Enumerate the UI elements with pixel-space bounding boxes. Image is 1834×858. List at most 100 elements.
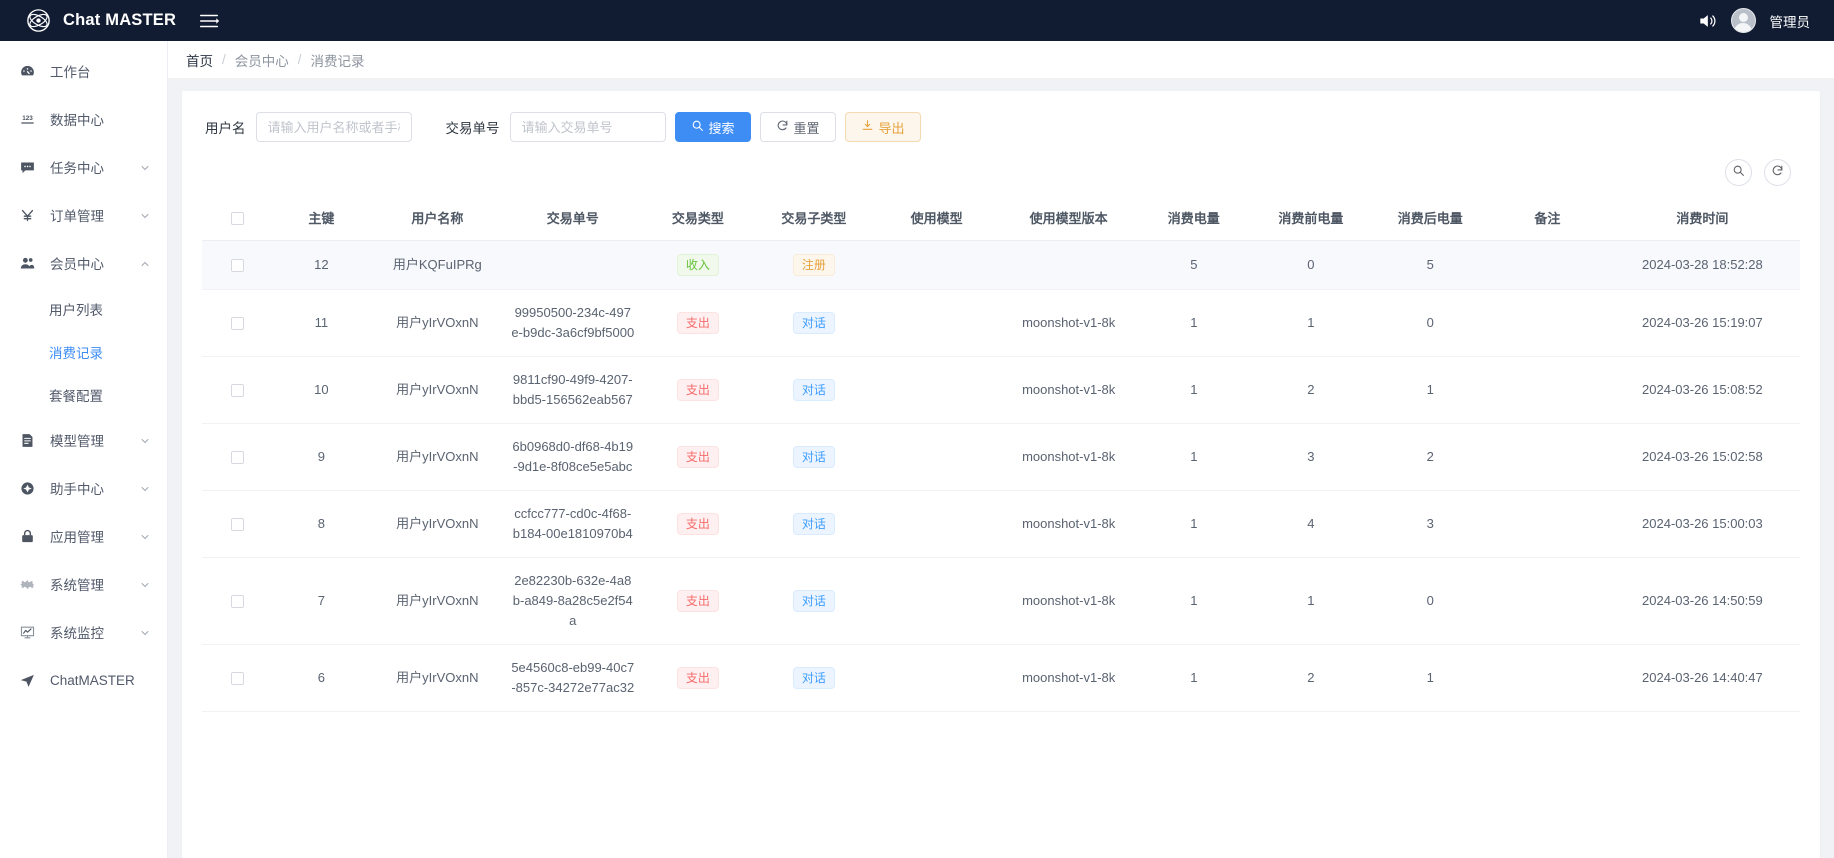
table-row[interactable]: 8用户yIrVOxnNccfcc777-cd0c-4f68-b184-00e18…: [202, 491, 1800, 558]
breadcrumb-item-consumption-records[interactable]: 消费记录: [311, 50, 365, 70]
cell-note: [1490, 491, 1605, 558]
breadcrumb-item-member-center[interactable]: 会员中心: [235, 50, 289, 70]
refresh-button[interactable]: [1764, 159, 1791, 186]
column-header-time[interactable]: 消费时间: [1605, 195, 1800, 241]
sidebar-item-consumption-records[interactable]: 消费记录: [0, 330, 167, 373]
column-header-type[interactable]: 交易类型: [641, 195, 756, 241]
table-row[interactable]: 11用户yIrVOxnN99950500-234c-497e-b9dc-3a6c…: [202, 290, 1800, 357]
cell-subtype: 对话: [755, 558, 872, 645]
compass-icon: [18, 479, 36, 497]
row-checkbox[interactable]: [231, 595, 244, 608]
cell-id: 11: [273, 290, 369, 357]
cell-model-version: moonshot-v1-8k: [1001, 357, 1136, 424]
username-input[interactable]: [256, 112, 412, 142]
sidebar-item-assistant-center[interactable]: 助手中心: [0, 464, 167, 512]
column-header-subtype[interactable]: 交易子类型: [755, 195, 872, 241]
cell-time: 2024-03-26 15:02:58: [1605, 424, 1800, 491]
chevron-down-icon: [139, 530, 151, 542]
subtype-tag: 对话: [793, 446, 835, 468]
breadcrumb-separator: /: [298, 52, 302, 67]
cell-after: 0: [1371, 558, 1490, 645]
column-header-before[interactable]: 消费前电量: [1251, 195, 1370, 241]
sidebar-subitem-label: 用户列表: [49, 299, 151, 319]
column-header-id[interactable]: 主键: [273, 195, 369, 241]
cell-model: [872, 424, 1001, 491]
type-tag: 支出: [677, 667, 719, 689]
cell-note: [1490, 424, 1605, 491]
cell-type: 支出: [641, 424, 756, 491]
sidebar-item-user-list[interactable]: 用户列表: [0, 287, 167, 330]
table-row[interactable]: 12用户KQFuIPRg收入注册5052024-03-28 18:52:28: [202, 241, 1800, 290]
trade-no-input[interactable]: [510, 112, 666, 142]
row-checkbox[interactable]: [231, 518, 244, 531]
cell-user: 用户yIrVOxnN: [370, 357, 505, 424]
row-checkbox[interactable]: [231, 317, 244, 330]
row-checkbox-cell[interactable]: [202, 241, 273, 290]
table-row[interactable]: 7用户yIrVOxnN2e82230b-632e-4a8b-a849-8a28c…: [202, 558, 1800, 645]
cell-trade-no: 99950500-234c-497e-b9dc-3a6cf9bf5000: [505, 290, 640, 357]
sidebar-item-model-management[interactable]: 模型管理: [0, 416, 167, 464]
cell-user: 用户yIrVOxnN: [370, 558, 505, 645]
column-header-after[interactable]: 消费后电量: [1371, 195, 1490, 241]
cell-before: 1: [1251, 290, 1370, 357]
column-header-amount[interactable]: 消费电量: [1136, 195, 1251, 241]
cell-type: 支出: [641, 645, 756, 712]
brand[interactable]: Chat MASTER: [0, 8, 168, 33]
cell-trade-no: 5e4560c8-eb99-40c7-857c-34272e77ac32: [505, 645, 640, 712]
table-row[interactable]: 9用户yIrVOxnN6b0968d0-df68-4b19-9d1e-8f08c…: [202, 424, 1800, 491]
lock-icon: [18, 527, 36, 545]
chevron-down-icon: [139, 161, 151, 173]
cell-model: [872, 357, 1001, 424]
search-button[interactable]: 搜索: [675, 112, 751, 142]
breadcrumb-separator: /: [222, 52, 226, 67]
sidebar-item-application-management[interactable]: 应用管理: [0, 512, 167, 560]
message-icon: [18, 158, 36, 176]
row-checkbox[interactable]: [231, 259, 244, 272]
select-all-checkbox[interactable]: [231, 212, 244, 225]
column-header-trade-no[interactable]: 交易单号: [505, 195, 640, 241]
cell-before: 4: [1251, 491, 1370, 558]
sidebar-item-system-management[interactable]: 系统管理: [0, 560, 167, 608]
row-checkbox-cell[interactable]: [202, 645, 273, 712]
search-toggle-button[interactable]: [1725, 159, 1752, 186]
row-checkbox-cell[interactable]: [202, 424, 273, 491]
sidebar-item-data-center[interactable]: 123 数据中心: [0, 95, 167, 143]
chevron-down-icon: [139, 578, 151, 590]
cell-id: 12: [273, 241, 369, 290]
cell-subtype: 注册: [755, 241, 872, 290]
table-toolbar: [182, 159, 1820, 195]
sidebar-item-workbench[interactable]: 工作台: [0, 47, 167, 95]
row-checkbox[interactable]: [231, 384, 244, 397]
type-tag: 支出: [677, 446, 719, 468]
row-checkbox-cell[interactable]: [202, 357, 273, 424]
cell-note: [1490, 645, 1605, 712]
column-header-model-version[interactable]: 使用模型版本: [1001, 195, 1136, 241]
sound-icon[interactable]: [1697, 11, 1717, 31]
sidebar-item-package-config[interactable]: 套餐配置: [0, 373, 167, 416]
row-checkbox[interactable]: [231, 672, 244, 685]
sidebar-item-system-monitor[interactable]: 系统监控: [0, 608, 167, 656]
sidebar-item-chatmaster[interactable]: ChatMASTER: [0, 656, 167, 704]
cell-before: 2: [1251, 357, 1370, 424]
column-header-note[interactable]: 备注: [1490, 195, 1605, 241]
row-checkbox-cell[interactable]: [202, 558, 273, 645]
cell-time: 2024-03-26 15:19:07: [1605, 290, 1800, 357]
table-row[interactable]: 6用户yIrVOxnN5e4560c8-eb99-40c7-857c-34272…: [202, 645, 1800, 712]
row-checkbox[interactable]: [231, 451, 244, 464]
table-row[interactable]: 10用户yIrVOxnN9811cf90-49f9-4207-bbd5-1565…: [202, 357, 1800, 424]
reset-button[interactable]: 重置: [760, 112, 836, 142]
file-icon: [18, 431, 36, 449]
menu-collapse-icon[interactable]: [198, 10, 220, 32]
subtype-tag: 对话: [793, 379, 835, 401]
row-checkbox-cell[interactable]: [202, 491, 273, 558]
export-button[interactable]: 导出: [845, 112, 921, 142]
column-header-model[interactable]: 使用模型: [872, 195, 1001, 241]
admin-label[interactable]: 管理员: [1770, 11, 1811, 31]
sidebar-item-order-management[interactable]: 订单管理: [0, 191, 167, 239]
row-checkbox-cell[interactable]: [202, 290, 273, 357]
sidebar-item-task-center[interactable]: 任务中心: [0, 143, 167, 191]
column-header-user[interactable]: 用户名称: [370, 195, 505, 241]
cell-note: [1490, 357, 1605, 424]
avatar[interactable]: [1731, 8, 1756, 33]
sidebar-item-member-center[interactable]: 会员中心: [0, 239, 167, 287]
